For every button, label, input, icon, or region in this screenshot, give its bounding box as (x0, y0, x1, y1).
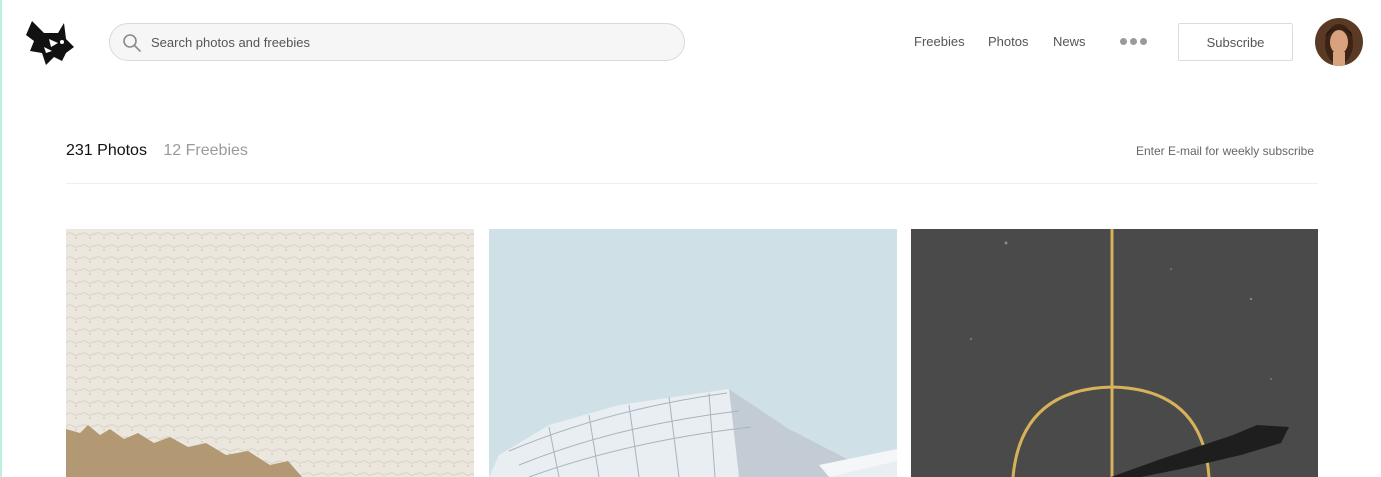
email-subscribe-hint[interactable]: Enter E-mail for weekly subscribe (1136, 144, 1314, 158)
nav-news-link[interactable]: News (1053, 34, 1086, 49)
nav-photos-link[interactable]: Photos (988, 34, 1028, 49)
photo-card-basketball-court[interactable] (911, 229, 1318, 477)
wolf-logo-icon[interactable] (24, 17, 76, 67)
photo-card-beach-texture[interactable] (66, 229, 474, 477)
photo-grid (66, 229, 1318, 477)
nav-freebies-link[interactable]: Freebies (914, 34, 965, 49)
freebies-count-tab[interactable]: 12 Freebies (163, 142, 248, 159)
photos-count-tab[interactable]: 231 Photos (66, 142, 147, 159)
search-bar[interactable] (109, 23, 685, 61)
section-divider (66, 183, 1318, 184)
subscribe-button[interactable]: Subscribe (1178, 23, 1293, 61)
collection-counts: 231 Photos 12 Freebies (66, 142, 248, 160)
user-avatar[interactable] (1315, 18, 1363, 66)
top-header: Freebies Photos News Subscribe (0, 0, 1381, 84)
more-dots-icon[interactable] (1120, 38, 1148, 46)
search-input[interactable] (151, 24, 671, 60)
search-icon (122, 33, 142, 53)
photo-card-architecture[interactable] (489, 229, 897, 477)
